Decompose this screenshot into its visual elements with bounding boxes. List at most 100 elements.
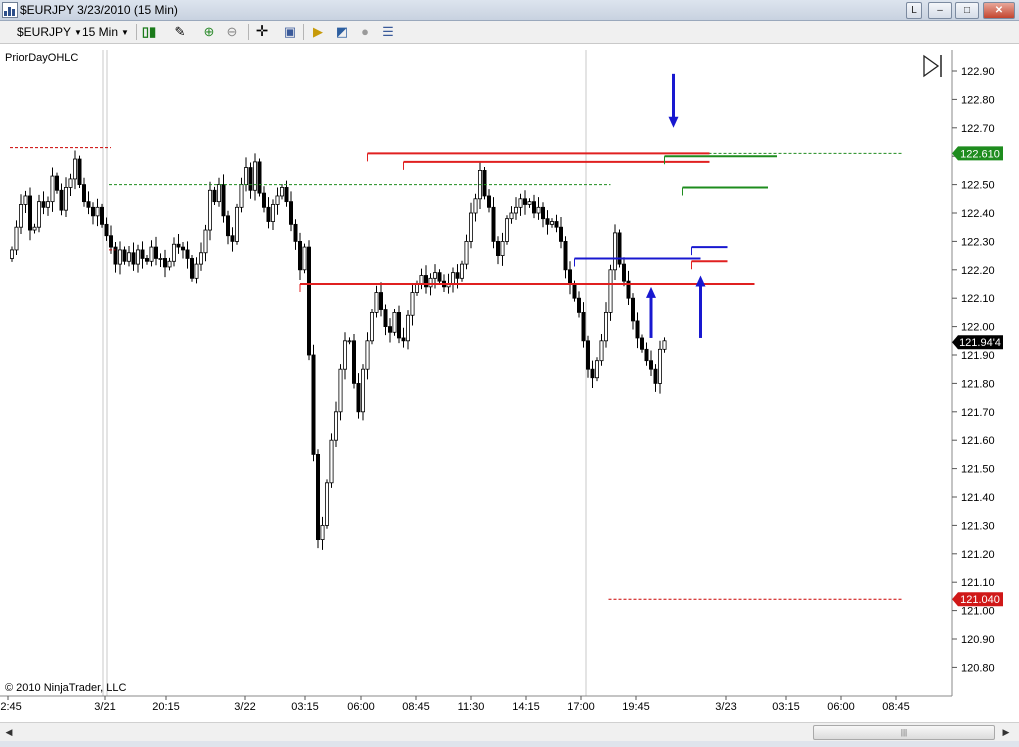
candle [140, 241, 145, 269]
candle-body [572, 283, 577, 299]
candle-body [320, 524, 325, 540]
data-box-icon[interactable]: ▣ [282, 24, 298, 40]
x-axis: 12:45 3/21 20:15 3/22 03:15 06:00 08:45 11:30 14… [0, 696, 910, 713]
y-tick-label: 122.20 [961, 265, 995, 277]
candle-body [410, 292, 415, 316]
price-marker: 121.040 [952, 592, 1003, 607]
arrow-up-icon[interactable] [646, 286, 656, 338]
scroll-left-icon[interactable]: ◀ [2, 725, 16, 739]
zoom-out-icon[interactable]: ⊖ [224, 24, 240, 40]
candle-body [653, 368, 658, 384]
candle-body [500, 240, 505, 256]
strategies-icon[interactable]: ▶ [310, 24, 326, 40]
candle-body [194, 263, 199, 279]
candle-body [527, 201, 532, 205]
arrow-up-icon[interactable] [695, 275, 706, 338]
x-tick-label: 19:45 [622, 701, 650, 713]
instrument-label: $EURJPY [17, 25, 72, 39]
y-tick-label: 122.10 [961, 293, 995, 305]
candle-body [595, 360, 600, 379]
candle [68, 173, 73, 196]
scroll-to-end-icon[interactable] [923, 54, 942, 78]
bar-type-icon[interactable]: ▯▮ [141, 24, 157, 40]
y-tick-label: 121.00 [961, 606, 995, 618]
candle [9, 246, 14, 262]
close-button[interactable]: ✕ [983, 2, 1015, 19]
candle-body [644, 348, 649, 362]
candle [194, 257, 199, 284]
instrument-selector[interactable]: $EURJPY ▼ [17, 25, 82, 39]
arrow-down-icon[interactable] [668, 73, 679, 128]
candle [86, 191, 91, 215]
candle-body [351, 340, 356, 384]
candle [171, 237, 176, 267]
candle [18, 194, 23, 235]
candle-body [486, 195, 491, 208]
scroll-thumb[interactable]: ||| [813, 725, 995, 740]
candle [392, 308, 397, 336]
candle [644, 342, 649, 366]
candle [527, 198, 532, 208]
candle [626, 270, 631, 306]
chart-toolbar: $EURJPY ▼ 15 Min ▼ ▯▮ ✎ ⊕ ⊖ ✛ ▣ ▶ ◩ ● ☰ [0, 21, 1019, 44]
candle [374, 285, 379, 318]
draw-pencil-icon[interactable]: ✎ [172, 24, 188, 40]
title-bar: $EURJPY 3/23/2010 (15 Min) L – □ ✕ [0, 0, 1019, 21]
minimize-button[interactable]: – [928, 2, 952, 19]
candle-body [144, 258, 149, 262]
candle [225, 210, 230, 245]
candle [234, 203, 239, 245]
candle-body [401, 337, 406, 342]
y-tick-label: 122.80 [961, 94, 995, 106]
maximize-button[interactable]: □ [955, 2, 979, 19]
candle-body [360, 368, 365, 413]
candle [387, 318, 392, 343]
crosshair-icon[interactable]: ✛ [254, 24, 270, 40]
candle-body [239, 184, 244, 208]
candle-body [635, 320, 640, 339]
candle [46, 196, 51, 216]
candle [158, 253, 163, 267]
horizontal-scrollbar[interactable]: ◀ ||| ▶ [0, 722, 1019, 742]
candle-body [504, 218, 509, 242]
candle [257, 158, 262, 197]
circle-icon[interactable]: ● [357, 24, 373, 40]
candle [59, 183, 64, 216]
candle [243, 157, 248, 192]
candle [14, 220, 19, 256]
interval-label: 15 Min [82, 25, 119, 39]
price-chart[interactable]: 122.90122.80122.70122.60122.50122.40122.… [0, 44, 1019, 722]
candle [64, 177, 69, 217]
candle-body [423, 275, 428, 288]
candle-body [550, 221, 555, 225]
candle [131, 242, 136, 271]
scroll-right-icon[interactable]: ▶ [999, 725, 1013, 739]
properties-icon[interactable]: ☰ [380, 24, 396, 40]
candle-body [50, 175, 55, 203]
candle [365, 332, 370, 380]
candle [315, 449, 320, 549]
candle [122, 246, 127, 265]
candle-body [275, 195, 280, 205]
y-tick-label: 122.00 [961, 322, 995, 334]
interval-selector[interactable]: 15 Min ▼ [82, 25, 129, 39]
candle [536, 197, 541, 220]
candle [185, 241, 190, 269]
link-button[interactable]: L [906, 2, 922, 19]
zoom-in-icon[interactable]: ⊕ [201, 24, 217, 40]
candle-body [131, 252, 136, 265]
candle [658, 340, 663, 394]
candle [459, 260, 464, 282]
candle [37, 194, 42, 233]
candle-body [554, 221, 559, 228]
x-tick-label: 03:15 [291, 701, 319, 713]
candle-body [338, 368, 343, 413]
candle-body [369, 311, 374, 342]
candle-body [342, 340, 347, 370]
candle [423, 265, 428, 294]
y-tick-label: 120.80 [961, 662, 995, 674]
candle [378, 282, 383, 317]
indicators-icon[interactable]: ◩ [334, 24, 350, 40]
candle [599, 333, 604, 366]
candle-body [104, 223, 109, 237]
